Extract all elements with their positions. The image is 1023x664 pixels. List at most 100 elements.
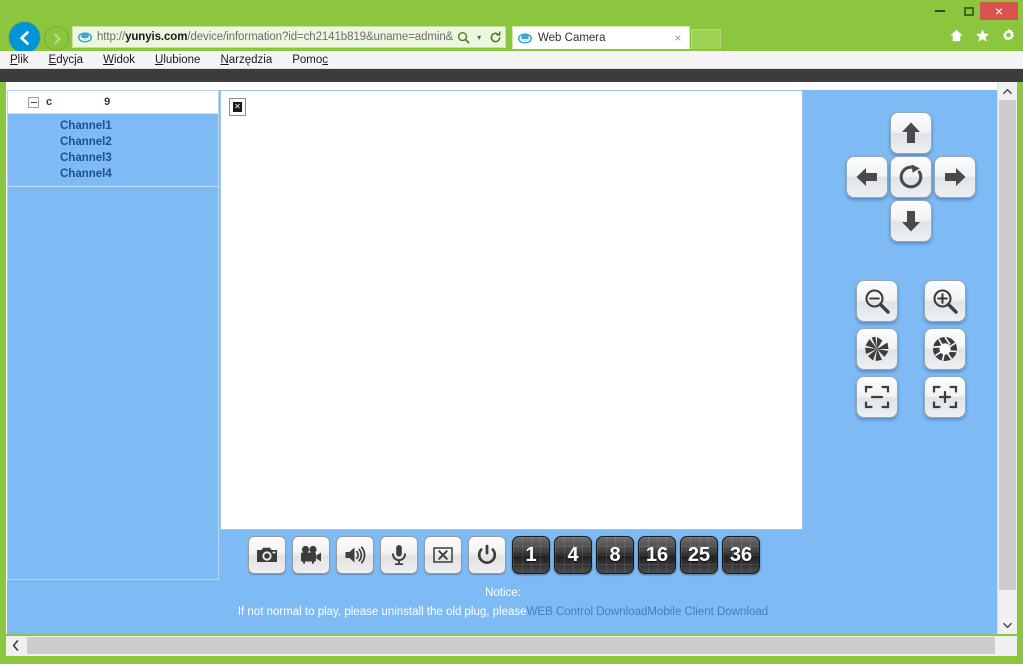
- device-tree-sidebar: c 9 Channel1 Channel2 Channel3 Channel4: [7, 90, 219, 580]
- ptz-left-button[interactable]: [846, 156, 888, 198]
- tab-strip: Web Camera ×: [512, 26, 721, 49]
- missing-plugin-icon[interactable]: ✕: [229, 98, 246, 116]
- ie-logo-icon: [77, 30, 92, 45]
- zoom-in-button[interactable]: [924, 280, 966, 322]
- arrow-left-icon: [19, 30, 29, 45]
- layout-16-button[interactable]: 16: [638, 536, 676, 574]
- device-tree-header[interactable]: c 9: [8, 91, 218, 114]
- collapse-minus-icon[interactable]: [28, 96, 39, 108]
- scroll-down-button[interactable]: [998, 616, 1017, 634]
- minimize-button[interactable]: [925, 2, 954, 20]
- ptz-control-panel: [804, 90, 999, 580]
- menu-item-plik[interactable]: Plik: [10, 54, 29, 66]
- horizontal-scrollbar[interactable]: [6, 636, 1017, 656]
- window-bottom-border: [0, 656, 1023, 664]
- power-icon: [477, 544, 497, 564]
- scrollbar-corner: [997, 636, 1017, 656]
- vertical-scroll-thumb[interactable]: [999, 100, 1016, 590]
- device-count-label: 9: [104, 96, 111, 108]
- web-control-download-link[interactable]: WEB Control Download: [527, 606, 648, 618]
- menu-item-narzedzia[interactable]: Narzędzia: [220, 54, 272, 66]
- layout-4-button[interactable]: 4: [554, 536, 592, 574]
- page-viewport: c 9 Channel1 Channel2 Channel3 Channel4 …: [6, 82, 1017, 634]
- close-window-button[interactable]: ×: [980, 2, 1018, 20]
- ptz-right-button[interactable]: [934, 156, 976, 198]
- scroll-left-button[interactable]: [6, 636, 25, 655]
- channel-list-divider: [8, 186, 218, 187]
- web-page-content: c 9 Channel1 Channel2 Channel3 Channel4 …: [6, 82, 999, 634]
- forward-button[interactable]: [44, 26, 69, 51]
- video-toolbar: 1 4 8 16 25 36: [220, 531, 803, 579]
- maximize-button[interactable]: [954, 2, 983, 20]
- browser-window: × http://yunyis.com/device/information?i: [0, 0, 1023, 664]
- browser-toolbar-icons: [948, 27, 1017, 44]
- chevron-down-icon[interactable]: ▾: [473, 33, 485, 42]
- channel-item-2[interactable]: Channel2: [8, 134, 218, 150]
- speaker-icon: [345, 546, 366, 564]
- back-button[interactable]: [9, 22, 40, 53]
- chevron-up-icon: [1003, 88, 1012, 94]
- record-button[interactable]: [292, 536, 330, 574]
- notice-area: Notice: If not normal to play, please un…: [7, 580, 999, 634]
- new-tab-button[interactable]: [691, 29, 721, 49]
- camera-icon: [257, 547, 277, 562]
- chevron-down-icon: [1003, 622, 1012, 628]
- ptz-auto-scan-button[interactable]: [890, 156, 932, 198]
- menu-item-ulubione[interactable]: Ulubione: [155, 54, 200, 66]
- video-camera-icon: [301, 545, 321, 564]
- arrow-right-icon: [53, 33, 60, 44]
- arrow-right-icon: [945, 168, 966, 186]
- menu-item-widok[interactable]: Widok: [103, 54, 135, 66]
- scroll-up-button[interactable]: [998, 82, 1017, 100]
- zoom-out-button[interactable]: [856, 280, 898, 322]
- mobile-client-download-link[interactable]: Mobile Client Download: [647, 606, 768, 618]
- video-display[interactable]: ✕: [220, 90, 803, 530]
- home-icon[interactable]: [948, 27, 965, 44]
- vertical-scrollbar[interactable]: [997, 82, 1017, 634]
- channel-item-3[interactable]: Channel3: [8, 150, 218, 166]
- channel-item-4[interactable]: Channel4: [8, 166, 218, 182]
- menu-item-edycja[interactable]: Edycja: [49, 54, 84, 66]
- tools-gear-icon[interactable]: [1000, 27, 1017, 44]
- channel-item-1[interactable]: Channel1: [8, 118, 218, 134]
- iris-open-button[interactable]: [924, 328, 966, 370]
- arrow-up-icon: [902, 122, 920, 143]
- iris-close-button[interactable]: [856, 328, 898, 370]
- layout-1-button[interactable]: 1: [512, 536, 550, 574]
- tab-web-camera[interactable]: Web Camera ×: [512, 26, 690, 49]
- close-stream-button[interactable]: [424, 536, 462, 574]
- refresh-icon[interactable]: [485, 27, 505, 47]
- magnifier-minus-icon: [865, 289, 890, 314]
- aperture-closed-icon: [865, 336, 889, 361]
- layout-8-button[interactable]: 8: [596, 536, 634, 574]
- device-name-label: c: [46, 96, 53, 108]
- ie-logo-icon: [517, 30, 533, 46]
- tab-close-icon[interactable]: ×: [671, 31, 685, 45]
- notice-line: If not normal to play, please uninstall …: [7, 606, 999, 618]
- focus-far-button[interactable]: [924, 376, 966, 418]
- ptz-down-button[interactable]: [890, 200, 932, 242]
- layout-25-button[interactable]: 25: [680, 536, 718, 574]
- arrow-left-icon: [856, 168, 877, 186]
- menu-item-pomoc[interactable]: Pomoc: [292, 54, 328, 66]
- layout-36-button[interactable]: 36: [722, 536, 760, 574]
- tab-label: Web Camera: [538, 32, 606, 44]
- ptz-up-button[interactable]: [890, 112, 932, 154]
- rotate-cw-icon: [899, 164, 923, 189]
- microphone-icon: [392, 545, 406, 565]
- aperture-open-icon: [933, 336, 957, 361]
- audio-button[interactable]: [336, 536, 374, 574]
- command-bar-strip: [0, 69, 1023, 82]
- minimize-icon: [934, 10, 945, 12]
- address-bar[interactable]: http://yunyis.com/device/information?id=…: [72, 26, 506, 48]
- power-button[interactable]: [468, 536, 506, 574]
- talk-button[interactable]: [380, 536, 418, 574]
- horizontal-scroll-thumb[interactable]: [27, 637, 995, 654]
- focus-plus-icon: [932, 385, 958, 409]
- maximize-icon: [963, 6, 974, 16]
- focus-near-button[interactable]: [856, 376, 898, 418]
- favorites-star-icon[interactable]: [974, 27, 991, 44]
- navigation-bar: http://yunyis.com/device/information?id=…: [0, 22, 1023, 53]
- snapshot-button[interactable]: [248, 536, 286, 574]
- search-icon[interactable]: [453, 27, 473, 47]
